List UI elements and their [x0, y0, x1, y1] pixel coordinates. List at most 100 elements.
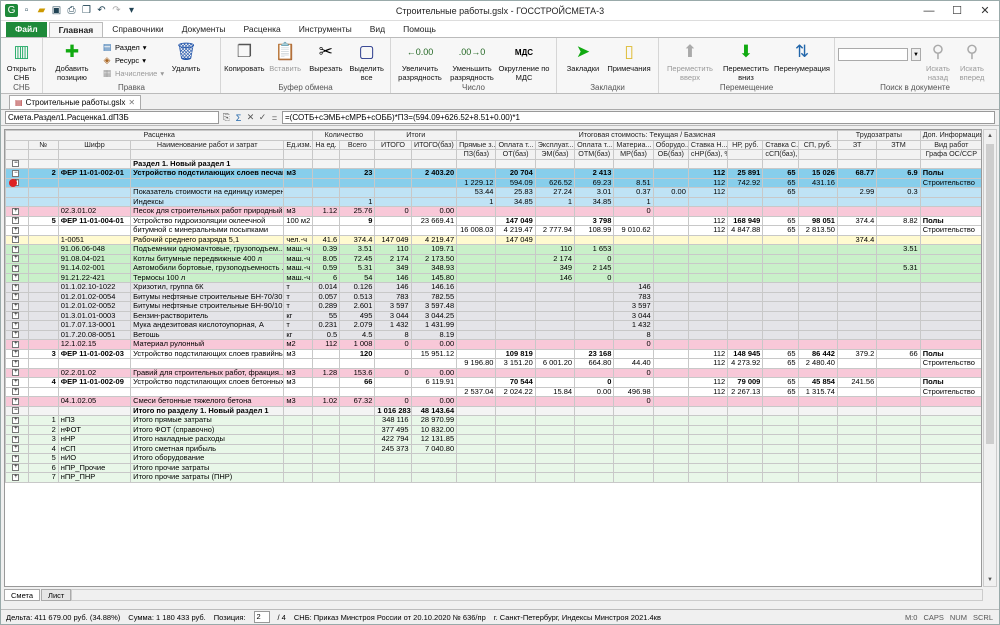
table-cell[interactable]: ФЕР 11-01-002-01	[57, 168, 132, 179]
table-cell[interactable]: 8.51	[613, 177, 654, 188]
table-cell[interactable]	[727, 472, 764, 483]
table-cell[interactable]	[876, 405, 921, 416]
table-cell[interactable]: м3	[283, 168, 314, 179]
table-cell[interactable]	[456, 339, 497, 350]
table-cell[interactable]	[727, 196, 764, 207]
table-cell[interactable]: 2 813.50	[797, 225, 838, 236]
move-down-button[interactable]: ⬇ Переместить вниз	[718, 40, 774, 82]
table-cell[interactable]: 0	[374, 206, 412, 217]
expand-toggle-icon[interactable]: +	[12, 454, 20, 462]
table-cell[interactable]: Термосы 100 л	[130, 272, 285, 283]
table-cell[interactable]	[876, 329, 921, 340]
table-cell[interactable]: 0.014	[312, 282, 341, 293]
table-cell[interactable]	[574, 415, 615, 426]
table-cell[interactable]	[495, 310, 536, 321]
table-cell[interactable]	[652, 272, 689, 283]
table-cell[interactable]	[762, 282, 799, 293]
table-row[interactable]: +4 нСП Итого сметная прибыль 245 373 7 040.8…	[5, 443, 981, 454]
table-cell[interactable]	[836, 253, 878, 264]
table-cell[interactable]	[762, 272, 799, 283]
row-expander[interactable]: +	[5, 415, 29, 426]
table-cell[interactable]	[652, 415, 689, 426]
table-cell[interactable]: Песок для строительных работ природный	[130, 206, 285, 217]
table-cell[interactable]	[495, 301, 536, 312]
table-cell[interactable]: 3 044	[613, 310, 654, 321]
table-cell[interactable]	[687, 158, 729, 169]
table-cell[interactable]	[727, 244, 764, 255]
add-position-button[interactable]: ✚ Добавить позицию	[46, 40, 98, 82]
table-cell[interactable]	[652, 263, 689, 274]
table-cell[interactable]	[797, 339, 838, 350]
table-cell[interactable]	[534, 377, 576, 388]
table-cell[interactable]	[27, 244, 59, 255]
table-cell[interactable]: 6	[312, 272, 341, 283]
table-cell[interactable]: 91.08.04-021	[57, 253, 132, 264]
table-cell[interactable]	[283, 462, 314, 473]
table-cell[interactable]	[652, 386, 689, 397]
table-cell[interactable]: 2 173.50	[410, 253, 458, 264]
table-cell[interactable]: 01.2.01.02-0054	[57, 291, 132, 302]
table-cell[interactable]: 0.231	[312, 320, 341, 331]
table-cell[interactable]: 01.1.02.10-1022	[57, 282, 132, 293]
table-cell[interactable]	[456, 206, 497, 217]
table-cell[interactable]	[312, 434, 341, 445]
table-cell[interactable]: маш.-ч	[283, 272, 314, 283]
table-cell[interactable]: 6 119.91	[410, 377, 458, 388]
table-cell[interactable]	[762, 206, 799, 217]
table-cell[interactable]: 8	[374, 329, 412, 340]
table-cell[interactable]	[652, 168, 689, 179]
table-cell[interactable]: 2.079	[339, 320, 376, 331]
table-cell[interactable]: т	[283, 320, 314, 331]
table-cell[interactable]	[456, 462, 497, 473]
table-cell[interactable]: м3	[283, 206, 314, 217]
table-cell[interactable]: 3	[27, 434, 59, 445]
table-cell[interactable]: 8.82	[876, 215, 921, 226]
table-cell[interactable]	[727, 367, 764, 378]
row-expander[interactable]: +	[5, 329, 29, 340]
expand-toggle-icon[interactable]: +	[12, 359, 20, 367]
table-cell[interactable]	[495, 244, 536, 255]
column-header[interactable]: Шифр	[57, 139, 132, 150]
table-cell[interactable]: 348.93	[410, 263, 458, 274]
table-cell[interactable]: 1	[339, 196, 376, 207]
table-cell[interactable]	[57, 386, 132, 397]
table-cell[interactable]: Итого прочие затраты (ПНР)	[130, 472, 285, 483]
table-cell[interactable]: нПЗ	[57, 415, 132, 426]
table-cell[interactable]: т	[283, 291, 314, 302]
paste-button[interactable]: 📋 Вставить	[265, 40, 306, 74]
table-cell[interactable]	[456, 310, 497, 321]
table-cell[interactable]	[797, 367, 838, 378]
table-cell[interactable]: 0	[613, 206, 654, 217]
table-cell[interactable]: 147 049	[495, 234, 536, 245]
table-cell[interactable]	[687, 206, 729, 217]
table-cell[interactable]: нИО	[57, 453, 132, 464]
table-cell[interactable]	[456, 291, 497, 302]
table-cell[interactable]	[456, 472, 497, 483]
table-cell[interactable]: 12.1.02.15	[57, 339, 132, 350]
table-cell[interactable]	[613, 215, 654, 226]
table-cell[interactable]: 3 044	[374, 310, 412, 321]
table-cell[interactable]	[312, 215, 341, 226]
table-cell[interactable]	[836, 272, 878, 283]
table-cell[interactable]	[574, 234, 615, 245]
round-mds-button[interactable]: МДС Округление по МДС	[498, 40, 550, 82]
table-cell[interactable]	[762, 196, 799, 207]
table-cell[interactable]: 53.44	[456, 187, 497, 198]
table-cell[interactable]	[652, 405, 689, 416]
minimize-icon[interactable]: —	[915, 1, 943, 21]
table-row[interactable]: +04.1.02.05 Смеси бетонные тяжелого бетон…	[5, 396, 981, 407]
expand-toggle-icon[interactable]: +	[12, 302, 20, 310]
table-cell[interactable]	[339, 358, 376, 369]
table-cell[interactable]	[534, 396, 576, 407]
table-cell[interactable]	[727, 253, 764, 264]
table-cell[interactable]	[27, 291, 59, 302]
table-cell[interactable]: 0	[574, 377, 615, 388]
table-cell[interactable]: 2 174	[374, 253, 412, 264]
table-cell[interactable]	[534, 424, 576, 435]
table-cell[interactable]: Строительство	[919, 358, 981, 369]
table-cell[interactable]	[919, 206, 981, 217]
table-cell[interactable]: Показатель стоимости на единицу измерени…	[130, 187, 285, 198]
undo-icon[interactable]: ↶	[95, 4, 108, 17]
table-cell[interactable]: 2	[27, 424, 59, 435]
table-cell[interactable]: 0	[574, 272, 615, 283]
